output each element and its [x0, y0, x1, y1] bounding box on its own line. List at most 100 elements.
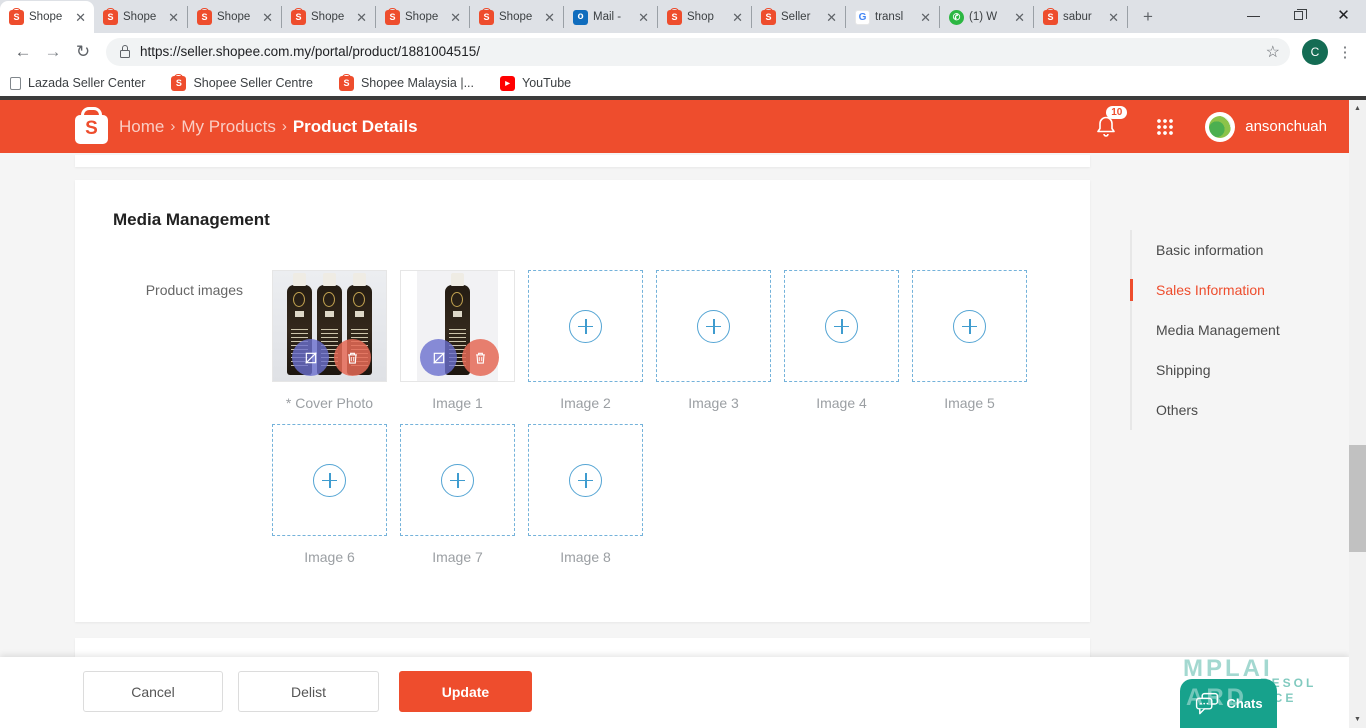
shopee-logo[interactable]: S [75, 115, 108, 144]
image-slot-box[interactable] [784, 270, 899, 382]
tab-close-icon[interactable]: ✕ [636, 10, 651, 25]
new-tab-button[interactable]: + [1134, 4, 1162, 30]
browser-tab[interactable]: (1) W ✕ [940, 6, 1034, 28]
tab-close-icon[interactable]: ✕ [260, 10, 275, 25]
url-text[interactable]: https://seller.shopee.com.my/portal/prod… [140, 44, 1266, 59]
add-image-dropzone[interactable] [528, 424, 643, 536]
product-image-slot[interactable]: Image 3 [656, 270, 771, 424]
product-image-slot[interactable]: Image 8 [528, 424, 643, 578]
image-slot-box[interactable] [400, 270, 515, 382]
add-image-dropzone[interactable] [912, 270, 1027, 382]
section-nav-item[interactable]: Media Management [1156, 310, 1280, 350]
product-image-slot[interactable]: Image 1 [400, 270, 515, 424]
add-image-dropzone[interactable] [784, 270, 899, 382]
update-button[interactable]: Update [399, 671, 532, 712]
plus-icon [825, 310, 858, 343]
scrollbar-thumb[interactable] [1349, 445, 1366, 552]
delete-image-button[interactable] [334, 339, 371, 376]
product-image-slot[interactable]: Image 5 [912, 270, 1027, 424]
tab-close-icon[interactable]: ✕ [918, 10, 933, 25]
tab-title: (1) W [969, 11, 1007, 23]
breadcrumb-label[interactable]: My Products [181, 117, 275, 137]
back-button[interactable]: ← [8, 37, 38, 67]
browser-tab[interactable]: transl ✕ [846, 6, 940, 28]
section-nav-item[interactable]: Shipping [1156, 350, 1280, 390]
user-avatar[interactable] [1205, 112, 1235, 142]
bookmark-item[interactable]: Shopee Seller Centre [171, 76, 313, 91]
browser-tab[interactable]: Mail - ✕ [564, 6, 658, 28]
scroll-down-arrow-icon[interactable]: ▼ [1349, 711, 1366, 728]
reload-button[interactable]: ↻ [68, 37, 98, 67]
browser-tab[interactable]: Shope ✕ [94, 6, 188, 28]
bookmark-item[interactable]: Lazada Seller Center [10, 76, 145, 90]
product-image-slot[interactable]: Image 7 [400, 424, 515, 578]
add-image-dropzone[interactable] [656, 270, 771, 382]
delist-button[interactable]: Delist [238, 671, 379, 712]
cancel-button[interactable]: Cancel [83, 671, 223, 712]
add-image-dropzone[interactable] [528, 270, 643, 382]
maximize-button[interactable] [1276, 0, 1321, 30]
tab-close-icon[interactable]: ✕ [1106, 10, 1121, 25]
product-image-slot[interactable]: Image 6 [272, 424, 387, 578]
section-nav-item[interactable]: Others [1156, 390, 1280, 430]
chats-button[interactable]: Chats [1180, 679, 1277, 728]
tab-close-icon[interactable]: ✕ [166, 10, 181, 25]
section-nav-label: Media Management [1156, 322, 1280, 338]
page-scrollbar[interactable]: ▲ ▼ [1349, 100, 1366, 728]
forward-button[interactable]: → [38, 37, 68, 67]
browser-tab-bar: Shope ✕ Shope ✕ Shope ✕ Shope ✕ [0, 0, 1366, 33]
edit-image-button[interactable] [420, 339, 457, 376]
breadcrumb-item[interactable]: My Products › [181, 117, 292, 137]
tab-close-icon[interactable]: ✕ [448, 10, 463, 25]
tab-close-icon[interactable]: ✕ [542, 10, 557, 25]
image-slot-box[interactable] [528, 270, 643, 382]
browser-tab[interactable]: Shop ✕ [658, 6, 752, 28]
address-bar[interactable]: https://seller.shopee.com.my/portal/prod… [106, 38, 1290, 66]
product-images-label: Product images [113, 270, 243, 578]
secure-lock-icon[interactable] [120, 50, 130, 58]
add-image-dropzone[interactable] [400, 424, 515, 536]
breadcrumb-separator-icon: › [170, 118, 175, 135]
image-slot-box[interactable] [400, 424, 515, 536]
section-nav-item[interactable]: Sales Information [1156, 270, 1280, 310]
image-slot-box[interactable] [912, 270, 1027, 382]
breadcrumb-item[interactable]: Home › [119, 117, 181, 137]
browser-menu-icon[interactable]: ⋮ [1332, 43, 1358, 61]
scroll-up-arrow-icon[interactable]: ▲ [1349, 100, 1366, 117]
image-slot-box[interactable] [272, 270, 387, 382]
tab-close-icon[interactable]: ✕ [73, 10, 88, 25]
tab-close-icon[interactable]: ✕ [354, 10, 369, 25]
tab-close-icon[interactable]: ✕ [824, 10, 839, 25]
browser-tab[interactable]: sabur ✕ [1034, 6, 1128, 28]
image-slot-box[interactable] [528, 424, 643, 536]
apps-grid-icon[interactable] [1157, 119, 1173, 135]
delete-image-button[interactable] [462, 339, 499, 376]
bookmark-item[interactable]: YouTube [500, 76, 571, 91]
tab-close-icon[interactable]: ✕ [730, 10, 745, 25]
bookmark-item[interactable]: Shopee Malaysia |... [339, 76, 474, 91]
section-nav-item[interactable]: Basic information [1156, 230, 1280, 270]
product-image-slot[interactable]: Image 4 [784, 270, 899, 424]
product-image-slot[interactable]: Image 2 [528, 270, 643, 424]
browser-tab[interactable]: Shope ✕ [188, 6, 282, 28]
image-slot-box[interactable] [272, 424, 387, 536]
browser-profile-avatar[interactable]: C [1302, 39, 1328, 65]
image-slot-box[interactable] [656, 270, 771, 382]
close-window-button[interactable]: ✕ [1321, 0, 1366, 30]
edit-image-button[interactable] [292, 339, 329, 376]
breadcrumb-item[interactable]: Product Details › [293, 117, 418, 137]
add-image-dropzone[interactable] [272, 424, 387, 536]
browser-tab[interactable]: Seller ✕ [752, 6, 846, 28]
breadcrumb-label[interactable]: Home [119, 117, 164, 137]
notifications-button[interactable]: 10 [1094, 114, 1120, 140]
product-image-slot[interactable]: * Cover Photo [272, 270, 387, 424]
minimize-button[interactable]: — [1231, 0, 1276, 30]
browser-tab[interactable]: Shope ✕ [0, 1, 94, 33]
username-label[interactable]: ansonchuah [1245, 118, 1327, 135]
browser-tab[interactable]: Shope ✕ [376, 6, 470, 28]
tab-close-icon[interactable]: ✕ [1012, 10, 1027, 25]
breadcrumb-label[interactable]: Product Details [293, 117, 418, 137]
browser-tab[interactable]: Shope ✕ [470, 6, 564, 28]
bookmark-star-icon[interactable]: ☆ [1266, 42, 1280, 62]
browser-tab[interactable]: Shope ✕ [282, 6, 376, 28]
